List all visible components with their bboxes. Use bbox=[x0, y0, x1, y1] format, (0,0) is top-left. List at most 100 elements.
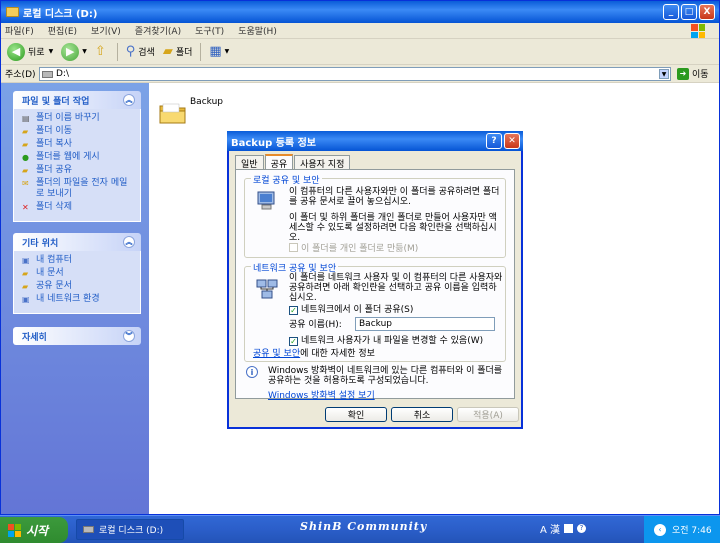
search-button[interactable]: ⚲ 검색 bbox=[126, 44, 155, 59]
more-info-line: 공유 및 보안에 대한 자세한 정보 bbox=[253, 349, 375, 359]
panel-header[interactable]: 기타 위치 ︽ bbox=[13, 233, 141, 251]
task-label: 폴더의 파일을 전자 메일로 보내기 bbox=[36, 178, 128, 199]
checkbox-box: ✓ bbox=[289, 306, 298, 315]
explorer-window: 로컬 디스크 (D:) _ □ X 파일(F) 편집(E) 보기(V) 즐겨찾기… bbox=[0, 0, 720, 515]
back-label: 뒤로 bbox=[28, 48, 45, 58]
rename-icon: ▤ bbox=[22, 114, 30, 123]
address-value: D:\ bbox=[56, 69, 69, 79]
menu-file[interactable]: 파일(F) bbox=[5, 24, 34, 37]
checkbox-label: 네트워크에서 이 폴더 공유(S) bbox=[301, 305, 414, 315]
network-icon: ▣ bbox=[22, 295, 30, 304]
clock[interactable]: 오전 7:46 bbox=[672, 523, 712, 536]
dialog-close-button[interactable]: ✕ bbox=[504, 133, 520, 149]
tab-general[interactable]: 일반 bbox=[235, 155, 264, 170]
forward-button[interactable]: ▶ ▼ bbox=[61, 42, 87, 61]
allow-change-checkbox[interactable]: ✓ 네트워크 사용자가 내 파일을 변경할 수 있음(W) bbox=[289, 336, 483, 346]
views-icon: ▦ bbox=[209, 44, 222, 59]
views-button[interactable]: ▦ ▼ bbox=[209, 44, 229, 59]
address-input[interactable]: D:\ ▼ bbox=[39, 67, 671, 81]
back-button[interactable]: ◀ 뒤로 ▼ bbox=[7, 42, 53, 61]
panel-header[interactable]: 파일 및 폴더 작업 ︽ bbox=[13, 91, 141, 109]
task-share-folder[interactable]: ▰ 폴더 공유 bbox=[22, 165, 134, 176]
network-icon bbox=[256, 279, 278, 299]
menu-favorites[interactable]: 즐겨찾기(A) bbox=[135, 24, 181, 37]
panel-header[interactable]: 자세히 ︾ bbox=[13, 327, 141, 345]
panel-title: 파일 및 폴더 작업 bbox=[22, 96, 90, 107]
address-bar: 주소(D) D:\ ▼ ➜ 이동 bbox=[1, 65, 719, 83]
menu-tools[interactable]: 도구(T) bbox=[195, 24, 224, 37]
go-label: 이동 bbox=[692, 70, 709, 80]
taskbar-app-button[interactable]: 로컬 디스크 (D:) bbox=[76, 519, 184, 540]
place-shared-documents[interactable]: ▰ 공유 문서 bbox=[22, 281, 134, 292]
place-my-documents[interactable]: ▰ 내 문서 bbox=[22, 268, 134, 279]
task-label: 폴더 이름 바꾸기 bbox=[36, 113, 100, 123]
start-button[interactable]: 시작 bbox=[0, 517, 68, 543]
other-places-panel: 기타 위치 ︽ ▣ 내 컴퓨터 ▰ 내 문서 ▰ 공유 문서 ▣ 내 네트워크 환경 bbox=[13, 233, 141, 314]
network-sharing-group: 네트워크 공유 및 보안 이 폴더를 네트워크 사용자 및 이 컴퓨터의 다른 … bbox=[244, 261, 506, 362]
minimize-button[interactable]: _ bbox=[663, 4, 679, 20]
maximize-button[interactable]: □ bbox=[681, 4, 697, 20]
address-dropdown-button[interactable]: ▼ bbox=[659, 69, 669, 79]
menu-edit[interactable]: 편집(E) bbox=[48, 24, 77, 37]
firewall-settings-link[interactable]: Windows 방화벽 설정 보기 bbox=[268, 388, 375, 401]
menu-help[interactable]: 도움말(H) bbox=[238, 24, 277, 37]
collapse-icon[interactable]: ︽ bbox=[123, 94, 135, 106]
place-label: 내 문서 bbox=[36, 268, 64, 278]
task-rename-folder[interactable]: ▤ 폴더 이름 바꾸기 bbox=[22, 113, 134, 124]
window-title: 로컬 디스크 (D:) bbox=[23, 8, 98, 20]
share-network-checkbox[interactable]: ✓ 네트워크에서 이 폴더 공유(S) bbox=[289, 305, 413, 315]
drive-icon bbox=[42, 70, 53, 78]
windows-logo-icon bbox=[691, 24, 705, 38]
task-delete-folder[interactable]: ✕ 폴더 삭제 bbox=[22, 202, 134, 213]
expand-icon[interactable]: ︾ bbox=[123, 330, 135, 342]
tab-customize[interactable]: 사용자 지정 bbox=[294, 155, 351, 170]
up-button[interactable]: ⇧ bbox=[95, 44, 109, 59]
tab-sharing[interactable]: 공유 bbox=[264, 154, 294, 170]
toolbar-separator bbox=[116, 42, 118, 61]
private-folder-checkbox[interactable]: 이 폴더를 개인 폴더로 만듦(M) bbox=[289, 243, 418, 254]
place-network[interactable]: ▣ 내 네트워크 환경 bbox=[22, 294, 134, 305]
checkbox-box: ✓ bbox=[289, 337, 298, 346]
go-button[interactable]: ➜ 이동 bbox=[677, 67, 709, 80]
share-name-input[interactable]: Backup bbox=[355, 317, 495, 331]
file-folder-tasks-panel: 파일 및 폴더 작업 ︽ ▤ 폴더 이름 바꾸기 ▰ 폴더 이동 ▰ 폴더 복사 ● 폴… bbox=[13, 91, 141, 222]
cancel-button[interactable]: 취소 bbox=[391, 407, 453, 422]
share-name-label: 공유 이름(H): bbox=[289, 320, 342, 330]
copy-icon: ▰ bbox=[22, 140, 29, 149]
private-folder-text: 이 폴더 및 하위 폴더를 개인 폴더로 만들어 사용자만 액세스할 수 있도록… bbox=[289, 213, 497, 243]
task-publish-web[interactable]: ● 폴더를 웹에 게시 bbox=[22, 152, 134, 163]
place-my-computer[interactable]: ▣ 내 컴퓨터 bbox=[22, 255, 134, 266]
firewall-text: Windows 방화벽이 네트워크에 있는 다른 컴퓨터와 이 폴더를 공유하는… bbox=[268, 366, 503, 386]
dialog-title-bar[interactable]: Backup 등록 정보 ? ✕ bbox=[227, 131, 523, 151]
apply-button[interactable]: 적용(A) bbox=[457, 407, 519, 422]
help-button[interactable]: ? bbox=[486, 133, 502, 149]
task-label: 폴더 복사 bbox=[36, 139, 72, 149]
drive-icon bbox=[83, 526, 94, 533]
chevron-down-icon: ▼ bbox=[82, 48, 87, 55]
task-copy-folder[interactable]: ▰ 폴더 복사 bbox=[22, 139, 134, 150]
sharing-security-link[interactable]: 공유 및 보안 bbox=[253, 349, 300, 359]
checkbox-label: 이 폴더를 개인 폴더로 만듦(M) bbox=[301, 244, 419, 254]
tray-expand-icon[interactable]: ‹ bbox=[654, 523, 666, 536]
globe-icon: ● bbox=[22, 153, 29, 162]
language-bar[interactable]: A 漢 ? bbox=[540, 521, 587, 536]
windows-logo-icon bbox=[8, 523, 21, 537]
move-icon: ▰ bbox=[22, 127, 29, 136]
ok-button[interactable]: 확인 bbox=[325, 407, 387, 422]
task-email-folder[interactable]: ✉ 폴더의 파일을 전자 메일로 보내기 bbox=[22, 178, 134, 200]
task-move-folder[interactable]: ▰ 폴더 이동 bbox=[22, 126, 134, 137]
address-label: 주소(D) bbox=[5, 70, 36, 80]
folder-item-backup[interactable]: Backup bbox=[153, 91, 263, 124]
ime-settings-icon[interactable] bbox=[564, 524, 574, 533]
share-icon: ▰ bbox=[22, 166, 29, 175]
folders-button[interactable]: ▰ 폴더 bbox=[163, 44, 193, 59]
search-icon: ⚲ bbox=[125, 44, 136, 59]
help-icon[interactable]: ? bbox=[577, 524, 587, 533]
title-bar[interactable]: 로컬 디스크 (D:) _ □ X bbox=[1, 1, 719, 23]
local-sharing-text: 이 컴퓨터의 다른 사용자와만 이 폴더를 공유하려면 폴더를 공유 문서로 끌… bbox=[289, 187, 500, 207]
menu-view[interactable]: 보기(V) bbox=[91, 24, 121, 37]
collapse-icon[interactable]: ︽ bbox=[123, 236, 135, 248]
close-button[interactable]: X bbox=[699, 4, 715, 20]
checkbox-label: 네트워크 사용자가 내 파일을 변경할 수 있음(W) bbox=[301, 336, 484, 346]
sharing-tab-page: 로컬 공유 및 보안 이 컴퓨터의 다른 사용자와만 이 폴더를 공유하려면 폴… bbox=[235, 169, 515, 401]
